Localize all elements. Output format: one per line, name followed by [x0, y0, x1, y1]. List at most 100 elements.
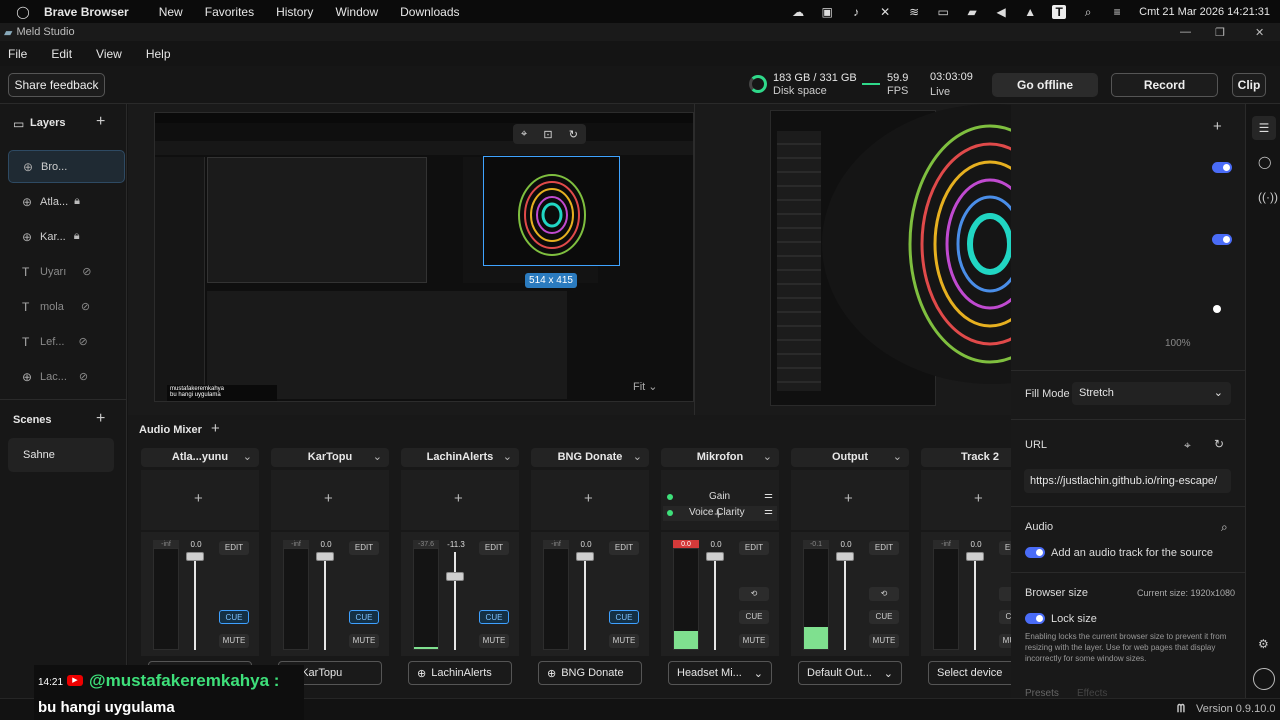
sync-icon[interactable]: ⟲ [739, 587, 769, 601]
cue-button[interactable]: CUE [349, 610, 379, 624]
add-scene-icon[interactable]: + [96, 410, 105, 428]
wifi-icon[interactable]: ≋ [907, 5, 921, 19]
hidden-eye-icon[interactable]: ⊘ [79, 370, 88, 383]
fader-knob[interactable] [836, 552, 854, 561]
sync-icon[interactable]: ⟲ [869, 587, 899, 601]
sliders-icon[interactable]: ⚌ [764, 506, 773, 517]
scene-item-sahne[interactable]: Sahne [8, 438, 114, 472]
layer-item-browser[interactable]: ⊕ Bro... [8, 150, 125, 183]
fader-track[interactable] [844, 552, 846, 650]
calendar-icon[interactable]: ▣ [820, 5, 834, 19]
cue-button[interactable]: CUE [479, 610, 509, 624]
chevron-down-icon[interactable]: ⌄ [373, 448, 382, 467]
mute-button[interactable]: MUTE [349, 634, 379, 648]
active-app-name[interactable]: Brave Browser [44, 5, 129, 19]
edit-button[interactable]: EDIT [349, 541, 379, 555]
layer-item-lef[interactable]: T Lef... ⊘ [8, 325, 125, 358]
fader-knob[interactable] [966, 552, 984, 561]
fit-dropdown[interactable]: Fit ⌄ [633, 380, 658, 393]
device-select[interactable]: ⊕ BNG Donate [538, 661, 642, 685]
mute-button[interactable]: MUTE [739, 634, 769, 648]
url-input[interactable]: https://justlachin.github.io/ring-escape… [1024, 469, 1231, 493]
lock-size-toggle[interactable] [1025, 613, 1045, 624]
strip-header[interactable]: Mikrofon ⌄ [661, 448, 779, 467]
fill-mode-select[interactable]: Stretch ⌄ [1072, 382, 1231, 405]
add-filter-icon[interactable]: + [714, 506, 723, 523]
menu-downloads[interactable]: Downloads [400, 5, 459, 19]
device-select[interactable]: Default Out... ⌄ [798, 661, 902, 685]
menu-file[interactable]: File [8, 47, 27, 61]
fader-track[interactable] [974, 552, 976, 650]
device-select[interactable]: Headset Mi... ⌄ [668, 661, 772, 685]
menu-history[interactable]: History [276, 5, 313, 19]
fader-track[interactable] [324, 552, 326, 650]
visibility-toggle[interactable] [1212, 162, 1232, 173]
selection-box[interactable] [483, 156, 620, 266]
fader-knob[interactable] [316, 552, 334, 561]
fader-knob[interactable] [446, 572, 464, 581]
crop-icon[interactable]: ⊡ [543, 128, 552, 141]
chevron-down-icon[interactable]: ⌄ [503, 448, 512, 467]
strip-header[interactable]: KarTopu ⌄ [271, 448, 389, 467]
strip-header[interactable]: LachinAlerts ⌄ [401, 448, 519, 467]
fader-track[interactable] [454, 552, 456, 650]
edit-button[interactable]: EDIT [609, 541, 639, 555]
volume-icon[interactable]: ◀ [994, 5, 1008, 19]
mute-button[interactable]: MUTE [219, 634, 249, 648]
menu-help[interactable]: Help [146, 47, 171, 61]
menu-view[interactable]: View [96, 47, 122, 61]
menu-edit[interactable]: Edit [51, 47, 72, 61]
strip-header[interactable]: BNG Donate ⌄ [531, 448, 649, 467]
reload-icon[interactable]: ↻ [1214, 437, 1224, 451]
add-layer-icon[interactable]: + [96, 113, 105, 131]
add-filter-icon[interactable]: + [194, 490, 203, 507]
chat-icon[interactable]: ◯ [1258, 155, 1271, 169]
add-property-icon[interactable]: + [1213, 118, 1222, 135]
layer-item-mola[interactable]: T mola ⊘ [8, 290, 125, 323]
lock-icon[interactable]: 🔒︎ [74, 230, 80, 243]
mute-button[interactable]: MUTE [869, 634, 899, 648]
menu-new[interactable]: New [159, 5, 183, 19]
hidden-eye-icon[interactable]: ⊘ [78, 335, 87, 348]
text-input-icon[interactable]: T [1052, 4, 1067, 19]
chevron-down-icon[interactable]: ⌄ [763, 448, 772, 467]
audio-settings-icon[interactable]: ⌕ [1221, 520, 1228, 535]
share-feedback-button[interactable]: Share feedback [8, 73, 105, 97]
control-center-icon[interactable]: ≡ [1110, 5, 1124, 19]
go-offline-button[interactable]: Go offline [992, 73, 1098, 97]
fader-track[interactable] [194, 552, 196, 650]
apple-menu-icon[interactable]: ◯ [16, 5, 30, 19]
layer-item-kar[interactable]: ⊕ Kar... 🔒︎ [8, 220, 125, 253]
cloud-icon[interactable]: ☁ [791, 5, 805, 19]
minimize-icon[interactable]: — [1180, 26, 1191, 38]
mute-button[interactable]: MUTE [609, 634, 639, 648]
record-button[interactable]: Record [1111, 73, 1218, 97]
cue-button[interactable]: CUE [739, 610, 769, 624]
hidden-eye-icon[interactable]: ⊘ [81, 300, 90, 313]
add-audio-track-icon[interactable]: + [211, 420, 220, 437]
mute-button[interactable]: MUTE [479, 634, 509, 648]
edit-button[interactable]: EDIT [479, 541, 509, 555]
strip-header[interactable]: Atla...yunu ⌄ [141, 448, 259, 467]
edit-button[interactable]: EDIT [739, 541, 769, 555]
device-select[interactable]: ⊕ LachinAlerts [408, 661, 512, 685]
keyboard-icon[interactable]: ▲ [1023, 5, 1037, 19]
add-filter-icon[interactable]: + [844, 490, 853, 507]
chevron-down-icon[interactable]: ⌄ [893, 448, 902, 467]
hidden-eye-icon[interactable]: ⊘ [82, 265, 91, 278]
restore-icon[interactable]: ❐ [1215, 26, 1225, 39]
add-filter-icon[interactable]: + [584, 490, 593, 507]
sliders-icon[interactable]: ⚌ [764, 490, 773, 501]
properties-tab-icon[interactable]: ☰ [1252, 116, 1276, 140]
add-filter-icon[interactable]: + [454, 490, 463, 507]
tools-icon[interactable]: ✕ [878, 5, 892, 19]
menu-window[interactable]: Window [335, 5, 378, 19]
menu-favorites[interactable]: Favorites [205, 5, 254, 19]
rotate-icon[interactable]: ↻ [569, 128, 578, 141]
broadcast-icon[interactable]: ((·)) [1258, 190, 1278, 204]
battery-icon[interactable]: ▰ [965, 5, 979, 19]
edit-button[interactable]: EDIT [219, 541, 249, 555]
crop-select-icon[interactable]: ⌖ [521, 128, 527, 141]
visibility-toggle-2[interactable] [1212, 234, 1232, 245]
fader-track[interactable] [584, 552, 586, 650]
